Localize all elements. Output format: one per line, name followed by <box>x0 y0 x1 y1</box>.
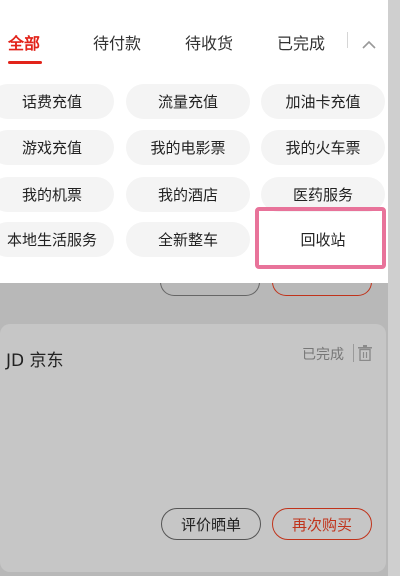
service-train-tickets[interactable]: 我的火车票 <box>261 130 385 165</box>
status-divider <box>353 344 354 362</box>
recycle-bin-highlight <box>255 207 386 269</box>
service-fuel-card[interactable]: 加油卡充值 <box>261 84 385 119</box>
right-edge <box>388 0 400 576</box>
service-phone-recharge[interactable]: 话费充值 <box>0 84 114 119</box>
service-game-recharge[interactable]: 游戏充值 <box>0 130 114 165</box>
trash-icon[interactable] <box>358 345 372 365</box>
tab-completed[interactable]: 已完成 <box>277 30 325 54</box>
service-movie-tickets[interactable]: 我的电影票 <box>126 130 250 165</box>
tab-pending-payment[interactable]: 待付款 <box>93 30 141 54</box>
service-hotel[interactable]: 我的酒店 <box>126 177 250 212</box>
order-store-name[interactable]: JD 京东 <box>6 346 64 371</box>
eval-button[interactable]: 评价晒单 <box>161 508 261 540</box>
service-panel: 全部 待付款 待收货 已完成 话费充值 流量充值 加油卡充值 游戏充值 我的电影… <box>0 0 388 283</box>
service-flight-tickets[interactable]: 我的机票 <box>0 177 114 212</box>
rebuy-button[interactable]: 再次购买 <box>272 508 372 540</box>
service-local-life[interactable]: 本地生活服务 <box>0 222 114 257</box>
tab-all[interactable]: 全部 <box>8 30 40 54</box>
chevron-up-icon[interactable] <box>362 34 376 53</box>
order-status: 已完成 <box>302 347 344 363</box>
service-new-car[interactable]: 全新整车 <box>126 222 250 257</box>
tab-pending-receipt[interactable]: 待收货 <box>185 30 233 54</box>
active-tab-indicator <box>8 61 42 64</box>
order-tabs: 全部 待付款 待收货 已完成 <box>0 0 388 70</box>
service-data-recharge[interactable]: 流量充值 <box>126 84 250 119</box>
order-card[interactable]: JD 京东 已完成 评价晒单 再次购买 <box>0 324 386 572</box>
tab-separator <box>347 32 348 48</box>
